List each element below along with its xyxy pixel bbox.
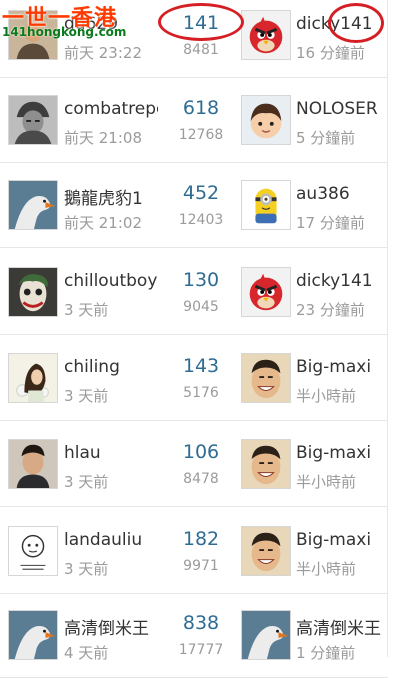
- last-post-time: 1 分鐘前: [296, 644, 356, 662]
- last-poster-avatar[interactable]: [241, 439, 291, 489]
- last-poster-avatar[interactable]: [241, 10, 291, 60]
- reply-count[interactable]: 143: [170, 355, 232, 377]
- thread-row: [0, 335, 388, 421]
- thread-row: [0, 249, 388, 335]
- last-poster-username[interactable]: au386: [296, 184, 388, 204]
- starter-time: 前天 21:02: [64, 214, 142, 232]
- thread-row: [0, 162, 388, 248]
- last-post-time: 半小時前: [296, 387, 357, 405]
- starter-avatar[interactable]: [8, 439, 58, 489]
- starter-time: 3 天前: [64, 560, 109, 578]
- starter-time: 前天 21:08: [64, 129, 142, 147]
- view-count: 5176: [183, 385, 219, 401]
- reply-count-highlight: [158, 3, 244, 41]
- starter-avatar[interactable]: [8, 267, 58, 317]
- starter-time: 3 天前: [64, 301, 109, 319]
- starter-avatar[interactable]: [8, 353, 58, 403]
- thread-list: dd629 前天 23:22 141 8481 dicky141 16 分鐘前 combat…: [0, 0, 403, 678]
- last-poster-avatar[interactable]: [241, 95, 291, 145]
- last-post-time: 23 分鐘前: [296, 301, 365, 319]
- site-watermark: 一世一香港 141hongkong.com: [2, 0, 132, 40]
- thread-row: [0, 508, 388, 594]
- last-poster-username[interactable]: Big-maxi: [296, 443, 388, 463]
- starter-username[interactable]: combatrepc: [64, 99, 158, 119]
- last-poster-avatar[interactable]: [241, 267, 291, 317]
- last-poster-username[interactable]: Big-maxi: [296, 357, 388, 377]
- watermark-url: 141hongkong.com: [2, 25, 127, 39]
- starter-avatar[interactable]: [8, 180, 58, 230]
- starter-time: 3 天前: [64, 387, 109, 405]
- starter-avatar[interactable]: [8, 95, 58, 145]
- thread-row: [0, 77, 388, 163]
- last-poster-avatar[interactable]: [241, 180, 291, 230]
- starter-time: 4 天前: [64, 644, 109, 662]
- starter-username[interactable]: chilloutboy: [64, 271, 158, 291]
- last-post-time: 17 分鐘前: [296, 214, 365, 232]
- starter-username[interactable]: hlau: [64, 443, 158, 463]
- view-count: 12768: [178, 127, 224, 143]
- last-poster-username[interactable]: dicky141: [296, 271, 388, 291]
- last-poster-username[interactable]: NOLOSER: [296, 99, 388, 119]
- starter-username[interactable]: 鵝龍虎豹1: [64, 184, 158, 209]
- starter-time: 前天 23:22: [64, 44, 142, 62]
- last-poster-username[interactable]: 高清倒米王: [296, 614, 388, 639]
- last-poster-username[interactable]: Big-maxi: [296, 530, 388, 550]
- last-poster-avatar[interactable]: [241, 353, 291, 403]
- view-count: 17777: [178, 642, 224, 658]
- last-post-time: 半小時前: [296, 473, 357, 491]
- last-post-time: 16 分鐘前: [296, 44, 365, 62]
- last-post-time: 半小時前: [296, 560, 357, 578]
- view-count: 12403: [178, 212, 224, 228]
- reply-count[interactable]: 106: [170, 441, 232, 463]
- reply-count[interactable]: 130: [170, 269, 232, 291]
- view-count: 8478: [183, 471, 219, 487]
- starter-username[interactable]: 高清倒米王: [64, 614, 158, 639]
- starter-time: 3 天前: [64, 473, 109, 491]
- starter-username[interactable]: landauliu: [64, 530, 158, 550]
- reply-count[interactable]: 838: [170, 612, 232, 634]
- starter-avatar[interactable]: [8, 610, 58, 660]
- view-count: 9045: [183, 299, 219, 315]
- view-count: 9971: [183, 558, 219, 574]
- starter-avatar[interactable]: [8, 526, 58, 576]
- last-post-time: 5 分鐘前: [296, 129, 356, 147]
- thread-row: [0, 421, 388, 507]
- reply-count[interactable]: 618: [170, 97, 232, 119]
- last-poster-highlight: [328, 3, 384, 43]
- view-count: 8481: [183, 42, 219, 58]
- reply-count[interactable]: 182: [170, 528, 232, 550]
- reply-count[interactable]: 452: [170, 182, 232, 204]
- last-poster-avatar[interactable]: [241, 610, 291, 660]
- last-poster-avatar[interactable]: [241, 526, 291, 576]
- starter-username[interactable]: chiling: [64, 357, 158, 377]
